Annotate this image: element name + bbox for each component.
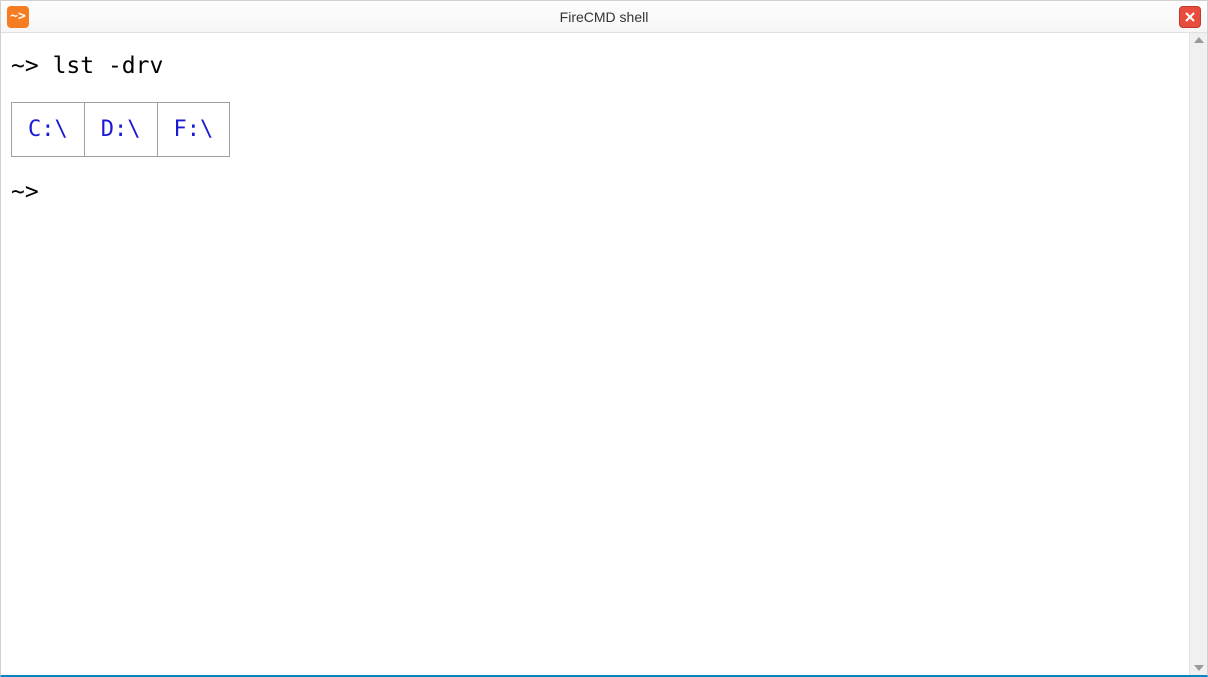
- table-row: C:\ D:\ F:\: [12, 102, 230, 156]
- close-icon: [1184, 11, 1196, 23]
- window-title: FireCMD shell: [1, 9, 1207, 25]
- drive-cell: D:\: [84, 102, 157, 156]
- prompt: ~>: [11, 53, 39, 79]
- drive-link-d[interactable]: D:\: [101, 117, 141, 142]
- command-line: ~> lst -drv: [11, 49, 1179, 84]
- body-area: ~> lst -drv C:\ D:\ F:\ ~>: [1, 33, 1207, 675]
- drive-list-table: C:\ D:\ F:\: [11, 102, 230, 157]
- app-icon: ~>: [7, 6, 29, 28]
- drive-cell: C:\: [12, 102, 85, 156]
- titlebar: ~> FireCMD shell: [1, 1, 1207, 33]
- close-button[interactable]: [1179, 6, 1201, 28]
- firecmd-window: ~> FireCMD shell ~> lst -drv C:\: [0, 0, 1208, 677]
- scroll-down-icon[interactable]: [1194, 665, 1204, 671]
- app-icon-glyph: ~>: [10, 10, 26, 23]
- terminal-output[interactable]: ~> lst -drv C:\ D:\ F:\ ~>: [1, 33, 1189, 675]
- prompt: ~>: [11, 179, 39, 205]
- drive-cell: F:\: [157, 102, 230, 156]
- command-text: lst -drv: [53, 53, 164, 79]
- vertical-scrollbar[interactable]: [1189, 33, 1207, 675]
- drive-link-f[interactable]: F:\: [174, 117, 214, 142]
- prompt-line: ~>: [11, 175, 1179, 210]
- drive-link-c[interactable]: C:\: [28, 117, 68, 142]
- scroll-up-icon[interactable]: [1194, 37, 1204, 43]
